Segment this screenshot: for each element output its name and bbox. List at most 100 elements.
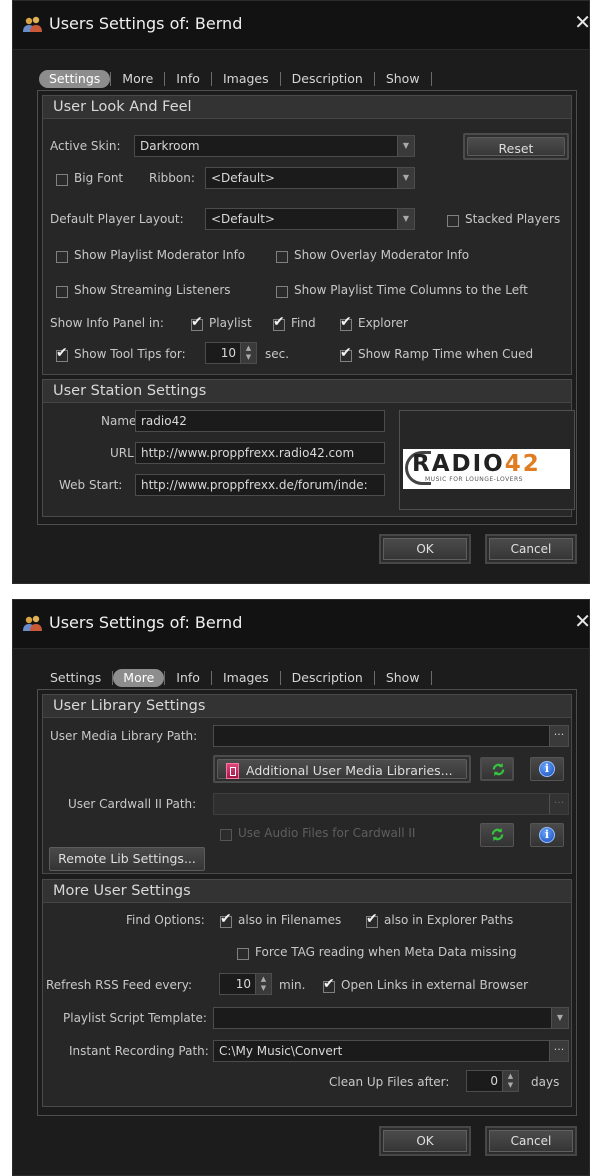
tab-settings[interactable]: Settings xyxy=(39,669,112,687)
browse-icon[interactable]: ··· xyxy=(549,794,568,814)
station-name-input[interactable]: radio42 xyxy=(135,410,385,432)
station-logo-frame[interactable]: RADIO42 MUSIC FOR LOUNGE-LOVERS xyxy=(399,410,575,510)
checkmark-icon: ✔ xyxy=(323,976,335,992)
tab-images[interactable]: Images xyxy=(212,669,280,687)
open-links-label: Open Links in external Browser xyxy=(341,978,529,992)
ok-button[interactable]: OK xyxy=(379,1126,471,1156)
close-icon[interactable]: ✕ xyxy=(574,11,590,33)
chevron-down-icon[interactable]: ▼ xyxy=(397,136,414,156)
remote-lib-settings-button[interactable]: Remote Lib Settings... xyxy=(49,847,205,871)
open-links-checkbox[interactable]: ✔ xyxy=(323,976,335,993)
title-bar[interactable]: Users Settings of: Bernd ✕ xyxy=(13,600,590,649)
window-title: Users Settings of: Bernd xyxy=(49,613,243,632)
recording-path-input[interactable]: C:\My Music\Convert ··· xyxy=(213,1040,569,1062)
stacked-players-checkbox[interactable] xyxy=(447,215,459,227)
show-overlay-moderator-checkbox[interactable] xyxy=(276,251,288,263)
reset-button[interactable]: Reset xyxy=(463,133,569,160)
window-title: Users Settings of: Bernd xyxy=(49,14,243,33)
stacked-players-label: Stacked Players xyxy=(465,212,561,226)
checkmark-icon: ✔ xyxy=(220,911,232,927)
spinner-arrows-icon[interactable]: ▲ ▼ xyxy=(502,1071,518,1091)
tooltips-seconds-value: 10 xyxy=(220,346,236,360)
tab-content-frame: User Library Settings User Media Library… xyxy=(37,689,577,1116)
spinner-arrows-icon[interactable]: ▲ ▼ xyxy=(255,974,271,994)
chevron-down-icon[interactable]: ▼ xyxy=(397,168,414,188)
tab-images[interactable]: Images xyxy=(212,70,280,88)
close-icon[interactable]: ✕ xyxy=(574,610,590,632)
tab-description[interactable]: Description xyxy=(281,70,374,88)
info-panel-find-checkbox[interactable]: ✔ xyxy=(273,314,285,331)
player-layout-dropdown[interactable]: <Default> ▼ xyxy=(205,208,415,230)
spinner-arrows-icon[interactable]: ▲ ▼ xyxy=(240,343,256,363)
users-icon xyxy=(23,615,42,631)
additional-libraries-label: Additional User Media Libraries... xyxy=(246,763,453,778)
chevron-down-icon[interactable]: ▼ xyxy=(551,1008,568,1028)
browse-icon[interactable]: ··· xyxy=(549,1041,568,1061)
tab-info[interactable]: Info xyxy=(165,70,211,88)
show-streaming-listeners-checkbox[interactable] xyxy=(56,286,68,298)
cancel-button[interactable]: Cancel xyxy=(485,1126,577,1156)
info-panel-playlist-checkbox[interactable]: ✔ xyxy=(191,314,203,331)
playlist-script-template-dropdown[interactable]: ▼ xyxy=(213,1007,569,1029)
player-layout-value: <Default> xyxy=(211,212,275,226)
logo-word: RADIO xyxy=(412,451,505,477)
info-icon: i xyxy=(539,761,555,777)
also-filenames-checkbox[interactable]: ✔ xyxy=(220,911,232,928)
ramp-time-checkbox[interactable]: ✔ xyxy=(340,345,352,362)
web-start-input[interactable]: http://www.proppfrexx.de/forum/inde: xyxy=(135,474,385,496)
recording-path-value: C:\My Music\Convert xyxy=(219,1044,343,1058)
media-library-path-input[interactable]: ··· xyxy=(213,725,569,747)
additional-libraries-button[interactable]: Additional User Media Libraries... xyxy=(213,755,471,783)
use-audio-files-checkbox[interactable] xyxy=(220,829,232,841)
tab-show[interactable]: Show xyxy=(375,669,431,687)
look-and-feel-group: User Look And Feel Active Skin: Darkroom… xyxy=(42,95,572,375)
browse-icon[interactable]: ··· xyxy=(549,726,568,746)
show-time-columns-checkbox[interactable] xyxy=(276,286,288,298)
refresh-icon xyxy=(491,827,504,842)
title-bar[interactable]: Users Settings of: Bernd ✕ xyxy=(13,1,590,50)
cancel-button[interactable]: Cancel xyxy=(485,534,577,564)
rss-refresh-value: 10 xyxy=(235,977,251,991)
big-font-checkbox[interactable] xyxy=(56,174,68,186)
force-tag-checkbox[interactable] xyxy=(237,948,249,960)
info-panel-playlist-label: Playlist xyxy=(209,316,252,330)
tooltips-seconds-spinner[interactable]: 10 ▲ ▼ xyxy=(205,342,257,364)
cleanup-days-spinner[interactable]: 0 ▲ ▼ xyxy=(466,1070,519,1092)
cancel-button-label: Cancel xyxy=(489,538,573,560)
show-playlist-moderator-checkbox[interactable] xyxy=(56,251,68,263)
ribbon-dropdown[interactable]: <Default> ▼ xyxy=(205,167,415,189)
station-logo: RADIO42 MUSIC FOR LOUNGE-LOVERS xyxy=(403,449,570,489)
also-explorer-paths-label: also in Explorer Paths xyxy=(384,913,514,927)
tooltips-checkbox[interactable]: ✔ xyxy=(56,345,68,362)
cardwall-path-label: User Cardwall II Path: xyxy=(68,797,197,811)
station-settings-group: User Station Settings Name: radio42 URL:… xyxy=(42,379,575,517)
station-url-label: URL: xyxy=(110,446,138,460)
active-skin-dropdown[interactable]: Darkroom ▼ xyxy=(134,135,415,157)
tab-description[interactable]: Description xyxy=(281,669,374,687)
tab-info[interactable]: Info xyxy=(165,669,211,687)
cardwall-path-input[interactable]: ··· xyxy=(213,793,569,815)
checkmark-icon: ✔ xyxy=(273,314,285,330)
library-info-button[interactable]: i xyxy=(530,757,564,781)
cleanup-days-value: 0 xyxy=(490,1074,498,1088)
tab-bar: Settings More Info Images Description Sh… xyxy=(39,668,432,688)
also-explorer-paths-checkbox[interactable]: ✔ xyxy=(366,911,378,928)
recording-path-label: Instant Recording Path: xyxy=(69,1044,209,1058)
station-url-input[interactable]: http://www.proppfrexx.radio42.com xyxy=(135,442,385,464)
tab-more[interactable]: More xyxy=(113,669,165,687)
info-panel-explorer-checkbox[interactable]: ✔ xyxy=(340,314,352,331)
users-icon xyxy=(23,16,42,32)
refresh-libraries-button[interactable] xyxy=(480,757,514,781)
cancel-button-label: Cancel xyxy=(489,1130,573,1152)
cardwall-info-button[interactable]: i xyxy=(530,823,564,847)
refresh-icon xyxy=(492,762,505,777)
refresh-cardwall-button[interactable] xyxy=(480,823,514,847)
rss-refresh-spinner[interactable]: 10 ▲ ▼ xyxy=(219,973,272,995)
ok-button[interactable]: OK xyxy=(379,534,471,564)
show-time-columns-label: Show Playlist Time Columns to the Left xyxy=(294,283,528,297)
chevron-down-icon[interactable]: ▼ xyxy=(397,209,414,229)
tab-show[interactable]: Show xyxy=(375,70,431,88)
checkmark-icon: ✔ xyxy=(340,314,352,330)
tab-more[interactable]: More xyxy=(111,70,164,88)
tab-settings[interactable]: Settings xyxy=(39,70,111,88)
